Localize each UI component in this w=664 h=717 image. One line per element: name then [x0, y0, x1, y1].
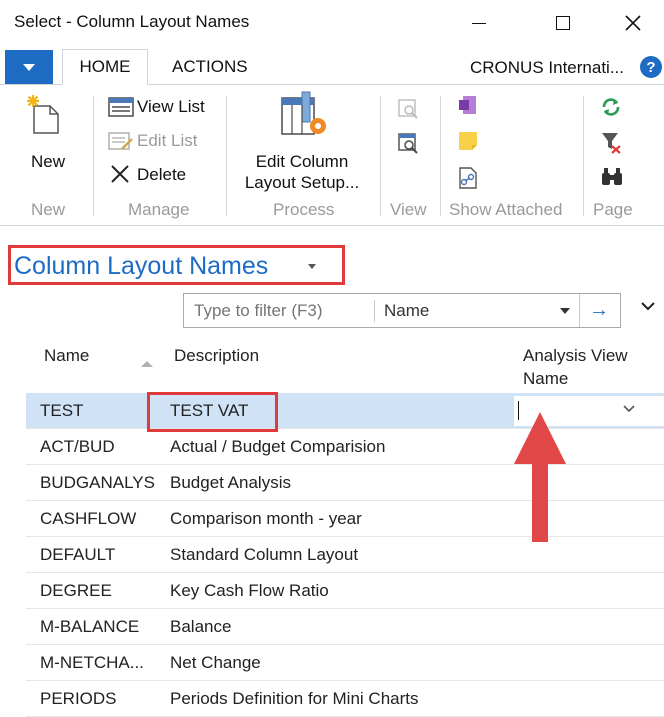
ribbon: New New View List Edit List Delete Manag…: [0, 86, 664, 226]
onenote-icon[interactable]: [457, 94, 479, 118]
column-header-analysis-view-name[interactable]: Analysis View Name: [523, 344, 628, 390]
view-list-icon: [108, 97, 134, 117]
clear-filter-icon[interactable]: [600, 130, 622, 154]
view-details-icon[interactable]: [397, 132, 419, 154]
row-name: ACT/BUD: [40, 437, 115, 456]
table-row[interactable]: PERIODS Periods Definition for Mini Char…: [26, 681, 664, 717]
maximize-button[interactable]: [540, 8, 586, 38]
view-icon[interactable]: [397, 98, 419, 120]
expand-filter-chevron-icon[interactable]: [640, 300, 656, 312]
edit-list-button[interactable]: Edit List: [108, 130, 197, 152]
find-icon[interactable]: [600, 166, 624, 188]
row-description: Periods Definition for Mini Charts: [170, 689, 419, 708]
row-name: CASHFLOW: [40, 509, 137, 528]
delete-icon: [111, 165, 129, 183]
row-name: M-NETCHA...: [40, 653, 144, 672]
ribbon-separator: [440, 96, 441, 216]
column-header-description[interactable]: Description: [174, 344, 259, 367]
row-description: Balance: [170, 617, 232, 636]
group-label-show-attached: Show Attached: [449, 200, 563, 219]
ribbon-separator: [583, 96, 584, 216]
app-menu-button[interactable]: [5, 50, 53, 84]
tab-actions[interactable]: ACTIONS: [172, 49, 248, 85]
company-name[interactable]: CRONUS Internati...: [470, 58, 624, 78]
minimize-button[interactable]: [456, 8, 502, 38]
filter-input[interactable]: [194, 301, 364, 321]
edit-column-layout-setup-button[interactable]: Edit Column Layout Setup...: [242, 151, 362, 193]
filter-divider: [374, 300, 375, 322]
annotation-arrow-icon: [514, 412, 566, 542]
filter-field-select[interactable]: Name: [384, 301, 429, 321]
new-button[interactable]: New: [18, 151, 78, 172]
filter-bar: Name →: [183, 293, 621, 328]
ribbon-separator: [226, 96, 227, 216]
edit-column-layout-icon: [281, 91, 326, 135]
maximize-icon: [556, 16, 570, 30]
close-button[interactable]: [610, 8, 656, 38]
view-list-button[interactable]: View List: [108, 96, 205, 118]
title-bar: Select - Column Layout Names: [0, 0, 664, 46]
delete-button[interactable]: Delete: [108, 164, 186, 186]
ribbon-separator: [93, 96, 94, 216]
description-highlight: [147, 392, 278, 432]
row-description: Actual / Budget Comparision: [170, 437, 386, 456]
row-name: DEGREE: [40, 581, 112, 600]
table-row[interactable]: DEGREE Key Cash Flow Ratio: [26, 573, 664, 609]
tab-home[interactable]: HOME: [62, 49, 148, 85]
row-name: TEST: [40, 401, 84, 420]
minimize-icon: [472, 22, 486, 24]
chevron-down-icon: [23, 63, 35, 71]
chevron-down-icon[interactable]: [622, 404, 636, 414]
group-label-view: View: [390, 200, 427, 219]
filter-divider: [579, 294, 580, 327]
table-row[interactable]: M-BALANCE Balance: [26, 609, 664, 645]
table-row[interactable]: M-NETCHA... Net Change: [26, 645, 664, 681]
close-icon: [625, 15, 641, 31]
page-title[interactable]: Column Layout Names: [14, 252, 268, 281]
group-label-page: Page: [593, 200, 633, 219]
row-name: BUDGANALYS: [40, 473, 155, 492]
row-name: DEFAULT: [40, 545, 116, 564]
new-document-icon: [27, 95, 59, 134]
row-description: Standard Column Layout: [170, 545, 359, 564]
apply-filter-arrow-icon[interactable]: →: [589, 299, 609, 322]
links-icon[interactable]: [457, 166, 479, 190]
window-title: Select - Column Layout Names: [14, 12, 250, 31]
group-label-process: Process: [273, 200, 335, 219]
group-label-new: New: [31, 200, 66, 219]
row-description: Key Cash Flow Ratio: [170, 581, 329, 600]
column-header-name[interactable]: Name: [44, 344, 89, 367]
row-name: M-BALANCE: [40, 617, 140, 636]
help-icon[interactable]: ?: [640, 56, 662, 78]
row-name: PERIODS: [40, 689, 117, 708]
refresh-icon[interactable]: [600, 96, 622, 118]
sort-ascending-icon: [141, 361, 153, 367]
ribbon-separator: [380, 96, 381, 216]
row-description: Comparison month - year: [170, 509, 362, 528]
page-title-dropdown-icon[interactable]: [308, 264, 316, 269]
edit-list-icon: [108, 132, 133, 150]
row-description: Net Change: [170, 653, 261, 672]
chevron-down-icon[interactable]: [560, 308, 570, 314]
note-icon[interactable]: [457, 130, 479, 152]
row-description: Budget Analysis: [170, 473, 291, 492]
group-label-manage: Manage: [128, 200, 190, 219]
ribbon-tab-strip: HOME ACTIONS CRONUS Internati... ?: [0, 49, 664, 85]
